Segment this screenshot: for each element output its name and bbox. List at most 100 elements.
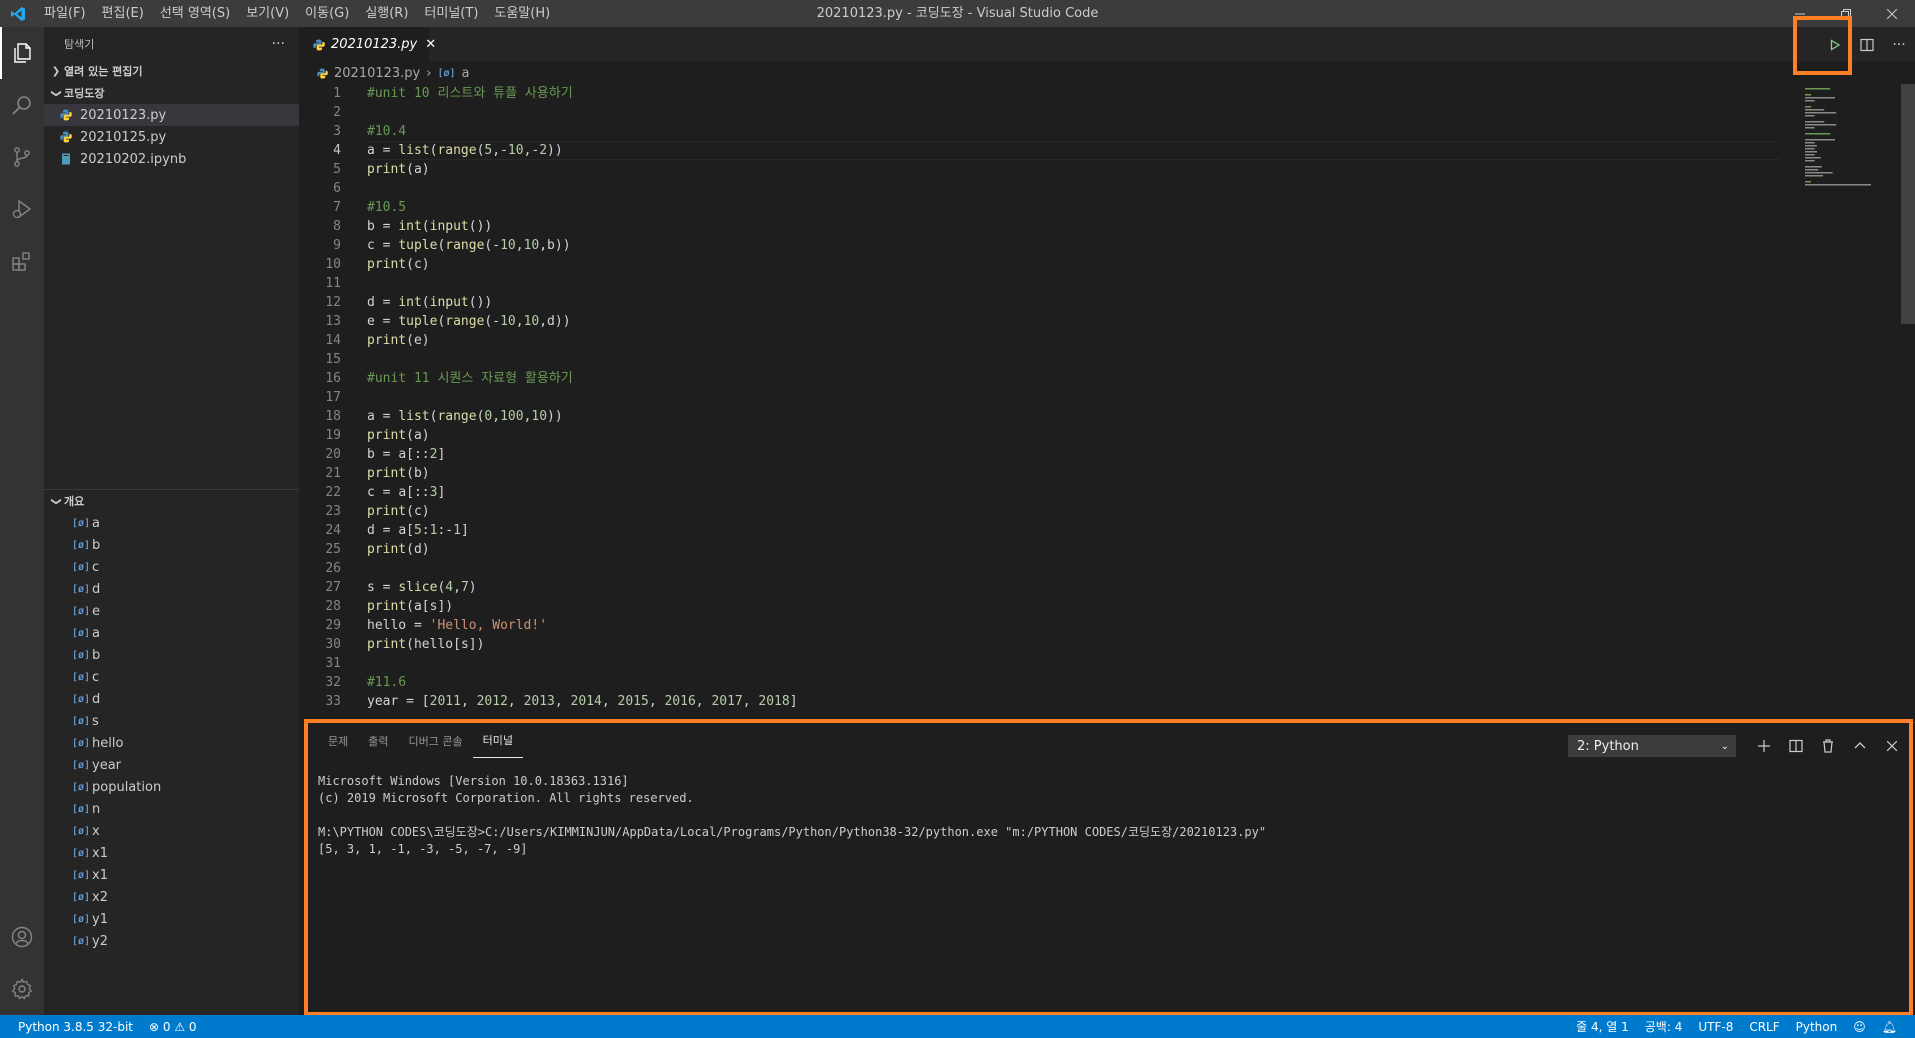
run-debug-icon[interactable] (0, 183, 44, 235)
code-line[interactable]: 29 hello = 'Hello, World!' (299, 616, 1915, 635)
feedback-icon[interactable]: ☺ (1845, 1020, 1874, 1034)
source-control-icon[interactable] (0, 131, 44, 183)
editor-scrollbar[interactable] (1901, 84, 1915, 324)
tab-terminal[interactable]: 터미널 (472, 723, 523, 758)
outline-symbol[interactable]: [ø] x1 (44, 864, 299, 886)
code-line[interactable]: 19 print(a) (299, 426, 1915, 445)
menu-view[interactable]: 보기(V) (238, 0, 297, 27)
encoding[interactable]: UTF-8 (1690, 1020, 1741, 1034)
code-line[interactable]: 4 a = list(range(5,-10,-2)) (299, 141, 1915, 160)
tab-debug-console[interactable]: 디버그 콘솔 (399, 723, 473, 758)
outline-symbol[interactable]: [ø] x (44, 820, 299, 842)
trash-icon[interactable] (1812, 735, 1844, 757)
outline-symbol[interactable]: [ø] y1 (44, 908, 299, 930)
code-line[interactable]: 6 (299, 179, 1915, 198)
extensions-icon[interactable] (0, 235, 44, 287)
menu-selection[interactable]: 선택 영역(S) (152, 0, 238, 27)
python-interpreter[interactable]: Python 3.8.5 32-bit (10, 1020, 141, 1034)
code-line[interactable]: 13 e = tuple(range(-10,10,d)) (299, 312, 1915, 331)
restore-button[interactable] (1823, 0, 1869, 27)
problems-indicator[interactable]: ⊗ 0 ⚠ 0 (141, 1020, 205, 1034)
close-panel-button[interactable] (1876, 735, 1908, 757)
open-editors-section[interactable]: ❯ 열려 있는 편집기 (44, 60, 299, 82)
code-line[interactable]: 22 c = a[::3] (299, 483, 1915, 502)
code-line[interactable]: 18 a = list(range(0,100,10)) (299, 407, 1915, 426)
code-line[interactable]: 27 s = slice(4,7) (299, 578, 1915, 597)
folder-section[interactable]: ❯ 코딩도장 (44, 82, 299, 104)
explorer-more-button[interactable]: ··· (272, 36, 285, 52)
split-editor-button[interactable] (1851, 27, 1883, 62)
outline-symbol[interactable]: [ø] s (44, 710, 299, 732)
outline-symbol[interactable]: [ø] year (44, 754, 299, 776)
code-line[interactable]: 32 #11.6 (299, 673, 1915, 692)
code-line[interactable]: 9 c = tuple(range(-10,10,b)) (299, 236, 1915, 255)
terminal-output[interactable]: Microsoft Windows [Version 10.0.18363.13… (318, 773, 1266, 858)
outline-symbol[interactable]: [ø] c (44, 556, 299, 578)
bell-icon[interactable]: 🔔︎ (1874, 1020, 1905, 1034)
menu-terminal[interactable]: 터미널(T) (416, 0, 486, 27)
code-line[interactable]: 31 (299, 654, 1915, 673)
file-item[interactable]: 20210123.py (44, 104, 299, 126)
close-window-button[interactable] (1869, 0, 1915, 27)
outline-symbol[interactable]: [ø] d (44, 578, 299, 600)
code-line[interactable]: 25 print(d) (299, 540, 1915, 559)
file-item[interactable]: 20210125.py (44, 126, 299, 148)
outline-symbol[interactable]: [ø] hello (44, 732, 299, 754)
menu-go[interactable]: 이동(G) (297, 0, 357, 27)
maximize-panel-button[interactable] (1844, 735, 1876, 757)
menu-edit[interactable]: 편집(E) (94, 0, 152, 27)
menu-file[interactable]: 파일(F) (36, 0, 94, 27)
outline-symbol[interactable]: [ø] population (44, 776, 299, 798)
code-line[interactable]: 33 year = [2011, 2012, 2013, 2014, 2015, … (299, 692, 1915, 711)
code-editor[interactable]: 1 #unit 10 리스트와 튜플 사용하기 2 3 #10.4 4 a = list(r… (299, 84, 1915, 719)
outline-symbol[interactable]: [ø] a (44, 622, 299, 644)
outline-symbol[interactable]: [ø] x1 (44, 842, 299, 864)
breadcrumb-file[interactable]: 20210123.py (334, 66, 420, 81)
code-line[interactable]: 2 (299, 103, 1915, 122)
outline-symbol[interactable]: [ø] d (44, 688, 299, 710)
code-line[interactable]: 26 (299, 559, 1915, 578)
tab-20210123[interactable]: 20210123.py ✕ (299, 27, 436, 62)
code-line[interactable]: 28 print(a[s]) (299, 597, 1915, 616)
tab-close-icon[interactable]: ✕ (425, 37, 436, 52)
split-terminal-button[interactable] (1780, 735, 1812, 757)
search-icon[interactable] (0, 79, 44, 131)
breadcrumb-symbol[interactable]: a (462, 66, 470, 81)
tab-output[interactable]: 출력 (358, 723, 398, 758)
outline-header[interactable]: ❯ 개요 (44, 490, 299, 512)
outline-symbol[interactable]: [ø] x2 (44, 886, 299, 908)
code-line[interactable]: 12 d = int(input()) (299, 293, 1915, 312)
code-line[interactable]: 17 (299, 388, 1915, 407)
cursor-position[interactable]: 줄 4, 열 1 (1568, 1018, 1637, 1035)
outline-symbol[interactable]: [ø] b (44, 534, 299, 556)
minimap[interactable] (1799, 84, 1899, 194)
settings-gear-icon[interactable] (0, 963, 44, 1015)
code-line[interactable]: 30 print(hello[s]) (299, 635, 1915, 654)
explorer-icon[interactable] (0, 27, 44, 79)
outline-symbol[interactable]: [ø] n (44, 798, 299, 820)
code-line[interactable]: 21 print(b) (299, 464, 1915, 483)
menu-run[interactable]: 실행(R) (357, 0, 416, 27)
terminal-select[interactable]: 2: Python ⌄ (1568, 735, 1736, 757)
language-mode[interactable]: Python (1788, 1020, 1846, 1034)
outline-symbol[interactable]: [ø] b (44, 644, 299, 666)
code-line[interactable]: 5 print(a) (299, 160, 1915, 179)
code-line[interactable]: 16 #unit 11 시퀀스 자료형 활용하기 (299, 369, 1915, 388)
editor-more-actions-button[interactable]: ··· (1883, 27, 1915, 62)
code-line[interactable]: 1 #unit 10 리스트와 튜플 사용하기 (299, 84, 1915, 103)
code-line[interactable]: 23 print(c) (299, 502, 1915, 521)
new-terminal-button[interactable] (1748, 735, 1780, 757)
run-python-file-button[interactable] (1819, 27, 1851, 62)
menu-help[interactable]: 도움말(H) (486, 0, 558, 27)
code-line[interactable]: 11 (299, 274, 1915, 293)
end-of-line[interactable]: CRLF (1741, 1020, 1787, 1034)
outline-symbol[interactable]: [ø] e (44, 600, 299, 622)
tab-problems[interactable]: 문제 (318, 723, 358, 758)
code-line[interactable]: 24 d = a[5:1:-1] (299, 521, 1915, 540)
outline-symbol[interactable]: [ø] y2 (44, 930, 299, 952)
code-line[interactable]: 8 b = int(input()) (299, 217, 1915, 236)
file-item[interactable]: 20210202.ipynb (44, 148, 299, 170)
code-line[interactable]: 14 print(e) (299, 331, 1915, 350)
minimize-button[interactable] (1777, 0, 1823, 27)
code-line[interactable]: 7 #10.5 (299, 198, 1915, 217)
